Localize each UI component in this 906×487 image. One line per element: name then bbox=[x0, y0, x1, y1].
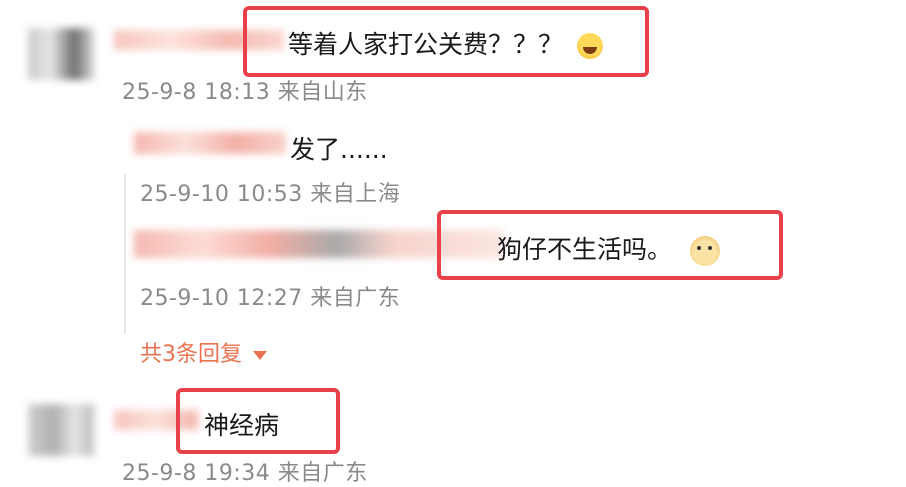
avatar[interactable] bbox=[28, 404, 94, 456]
doge-emoji-icon bbox=[689, 236, 720, 266]
reply-text: 狗仔不生活吗。 bbox=[497, 230, 720, 266]
comment-text: 神经病 bbox=[204, 411, 280, 440]
laughing-emoji-icon bbox=[576, 33, 603, 59]
reply-username-blurred[interactable] bbox=[134, 132, 286, 154]
chevron-down-icon bbox=[253, 350, 267, 360]
comment-text: 等着人家打公关费？？？ bbox=[288, 25, 603, 61]
avatar[interactable] bbox=[28, 28, 94, 80]
reply-meta: 25-9-10 10:53 来自上海 bbox=[140, 182, 401, 207]
view-replies-link[interactable]: 共3条回复 bbox=[140, 336, 267, 368]
comment-meta: 25-9-8 19:34 来自广东 bbox=[122, 461, 368, 486]
thread-line bbox=[124, 174, 126, 334]
reply-text: 发了...... bbox=[290, 135, 388, 164]
reply-meta: 25-9-10 12:27 来自广东 bbox=[140, 286, 401, 311]
comment-meta: 25-9-8 18:13 来自山东 bbox=[122, 80, 368, 105]
